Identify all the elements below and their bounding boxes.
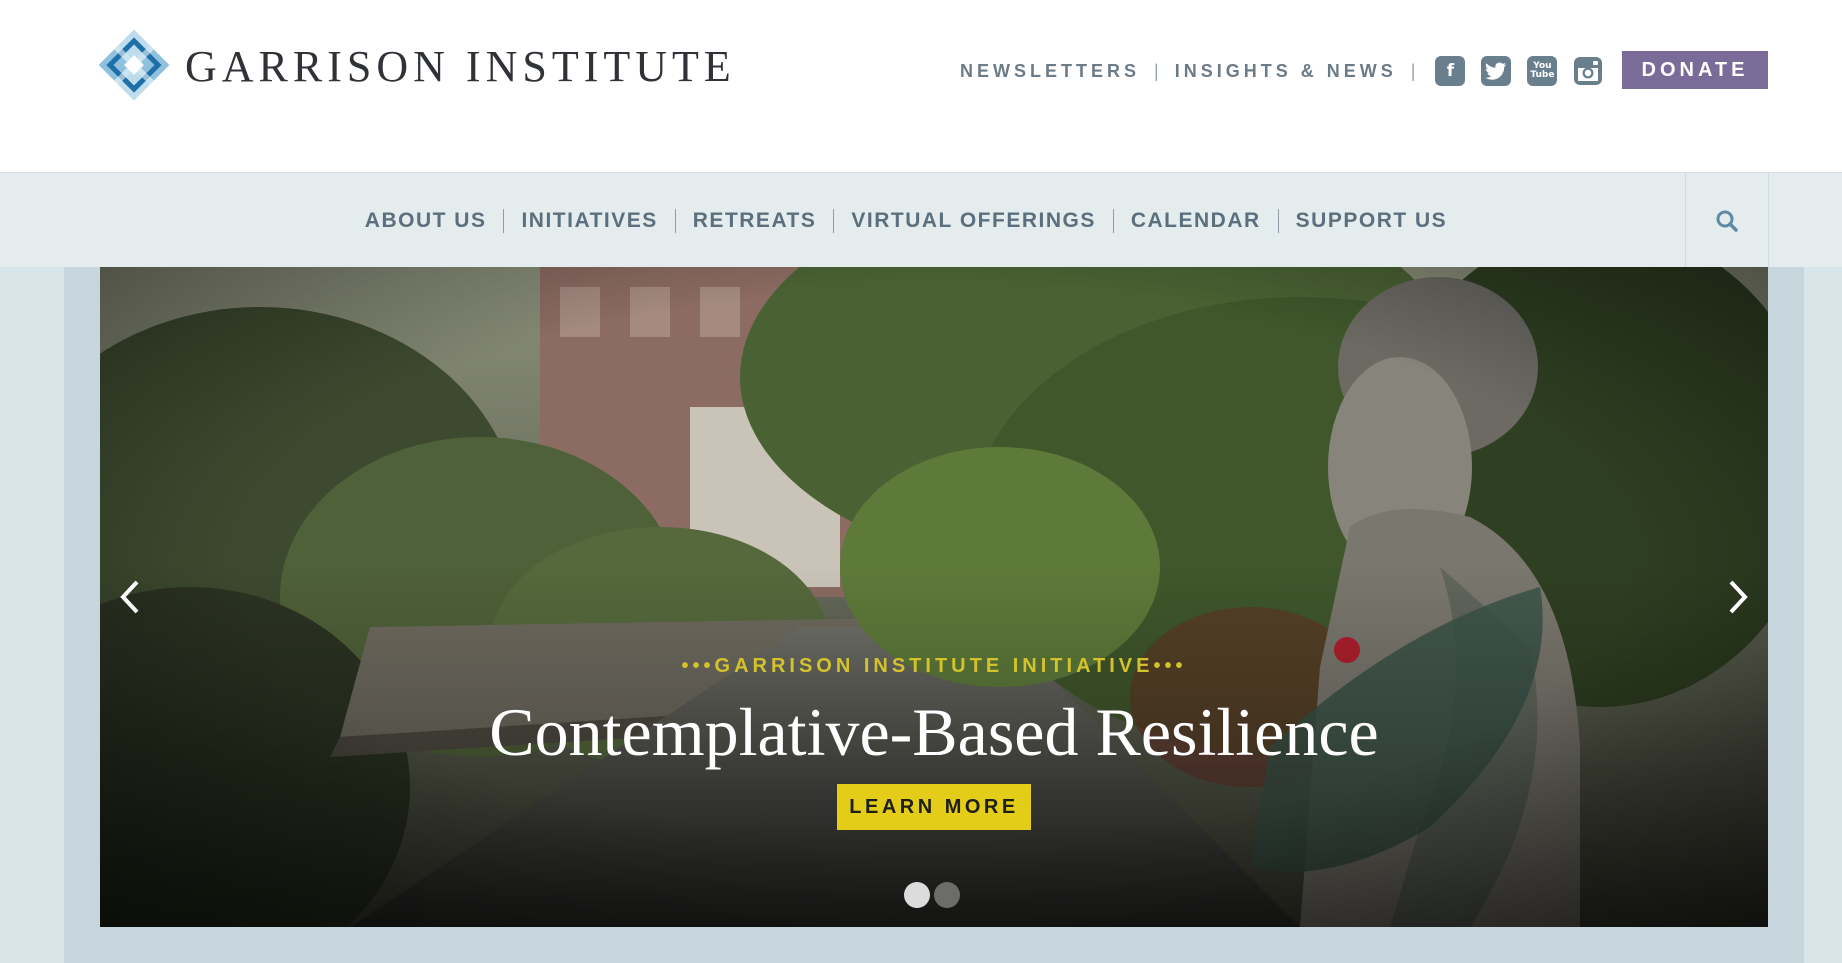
facebook-icon[interactable]: f [1435,56,1466,86]
hero-slider: •••GARRISON INSTITUTE INITIATIVE••• Cont… [100,267,1768,927]
insights-news-link[interactable]: INSIGHTS & NEWS [1175,61,1397,82]
nav-item-support-us[interactable]: SUPPORT US [1296,209,1448,233]
nav-divider [833,208,835,233]
search-button[interactable] [1685,173,1769,268]
page-side-right [1804,267,1842,963]
hero-eyebrow: •••GARRISON INSTITUTE INITIATIVE••• [681,655,1187,677]
page-side-left [0,267,64,963]
site-logo[interactable]: GARRISON INSTITUTE [99,22,736,108]
chevron-left-icon [120,580,139,614]
youtube-icon[interactable]: You Tube [1527,56,1558,86]
instagram-icon[interactable] [1573,56,1603,86]
slider-dot-1[interactable] [904,882,930,908]
nav-divider [1112,208,1114,233]
nav-divider [1277,208,1279,233]
social-links: f You Tube [1435,56,1603,86]
chevron-right-icon [1729,580,1748,614]
hero-caption: •••GARRISON INSTITUTE INITIATIVE••• Cont… [100,655,1768,830]
slider-dot-2[interactable] [934,882,960,908]
learn-more-button[interactable]: LEARN MORE [837,784,1031,830]
main-nav: ABOUT US INITIATIVES RETREATS VIRTUAL OF… [0,172,1842,268]
site-name: GARRISON INSTITUTE [185,41,736,91]
nav-item-calendar[interactable]: CALENDAR [1131,209,1261,233]
instagram-camera-icon [1574,57,1603,85]
main-nav-items: ABOUT US INITIATIVES RETREATS VIRTUAL OF… [0,173,1842,268]
nav-divider [503,208,505,233]
search-icon [1716,210,1738,232]
newsletters-link[interactable]: NEWSLETTERS [960,61,1140,82]
youtube-glyph-bottom: Tube [1530,70,1555,80]
utility-separator: | [1154,60,1159,81]
nav-item-retreats[interactable]: RETREATS [693,209,817,233]
slider-next-button[interactable] [1718,572,1758,622]
site-header: GARRISON INSTITUTE NEWSLETTERS | INSIGHT… [0,0,1842,172]
twitter-bird-icon [1485,62,1507,80]
nav-item-virtual-offerings[interactable]: VIRTUAL OFFERINGS [851,209,1095,233]
slider-prev-button[interactable] [110,572,150,622]
twitter-icon[interactable] [1481,56,1512,86]
hero-title: Contemplative-Based Resilience [489,694,1379,770]
donate-button[interactable]: DONATE [1622,51,1768,89]
nav-divider [674,208,676,233]
slider-pagination [100,882,1768,908]
knot-logo-icon [99,29,169,101]
utility-separator: | [1410,60,1416,81]
nav-item-about-us[interactable]: ABOUT US [365,209,487,233]
nav-item-initiatives[interactable]: INITIATIVES [521,209,657,233]
